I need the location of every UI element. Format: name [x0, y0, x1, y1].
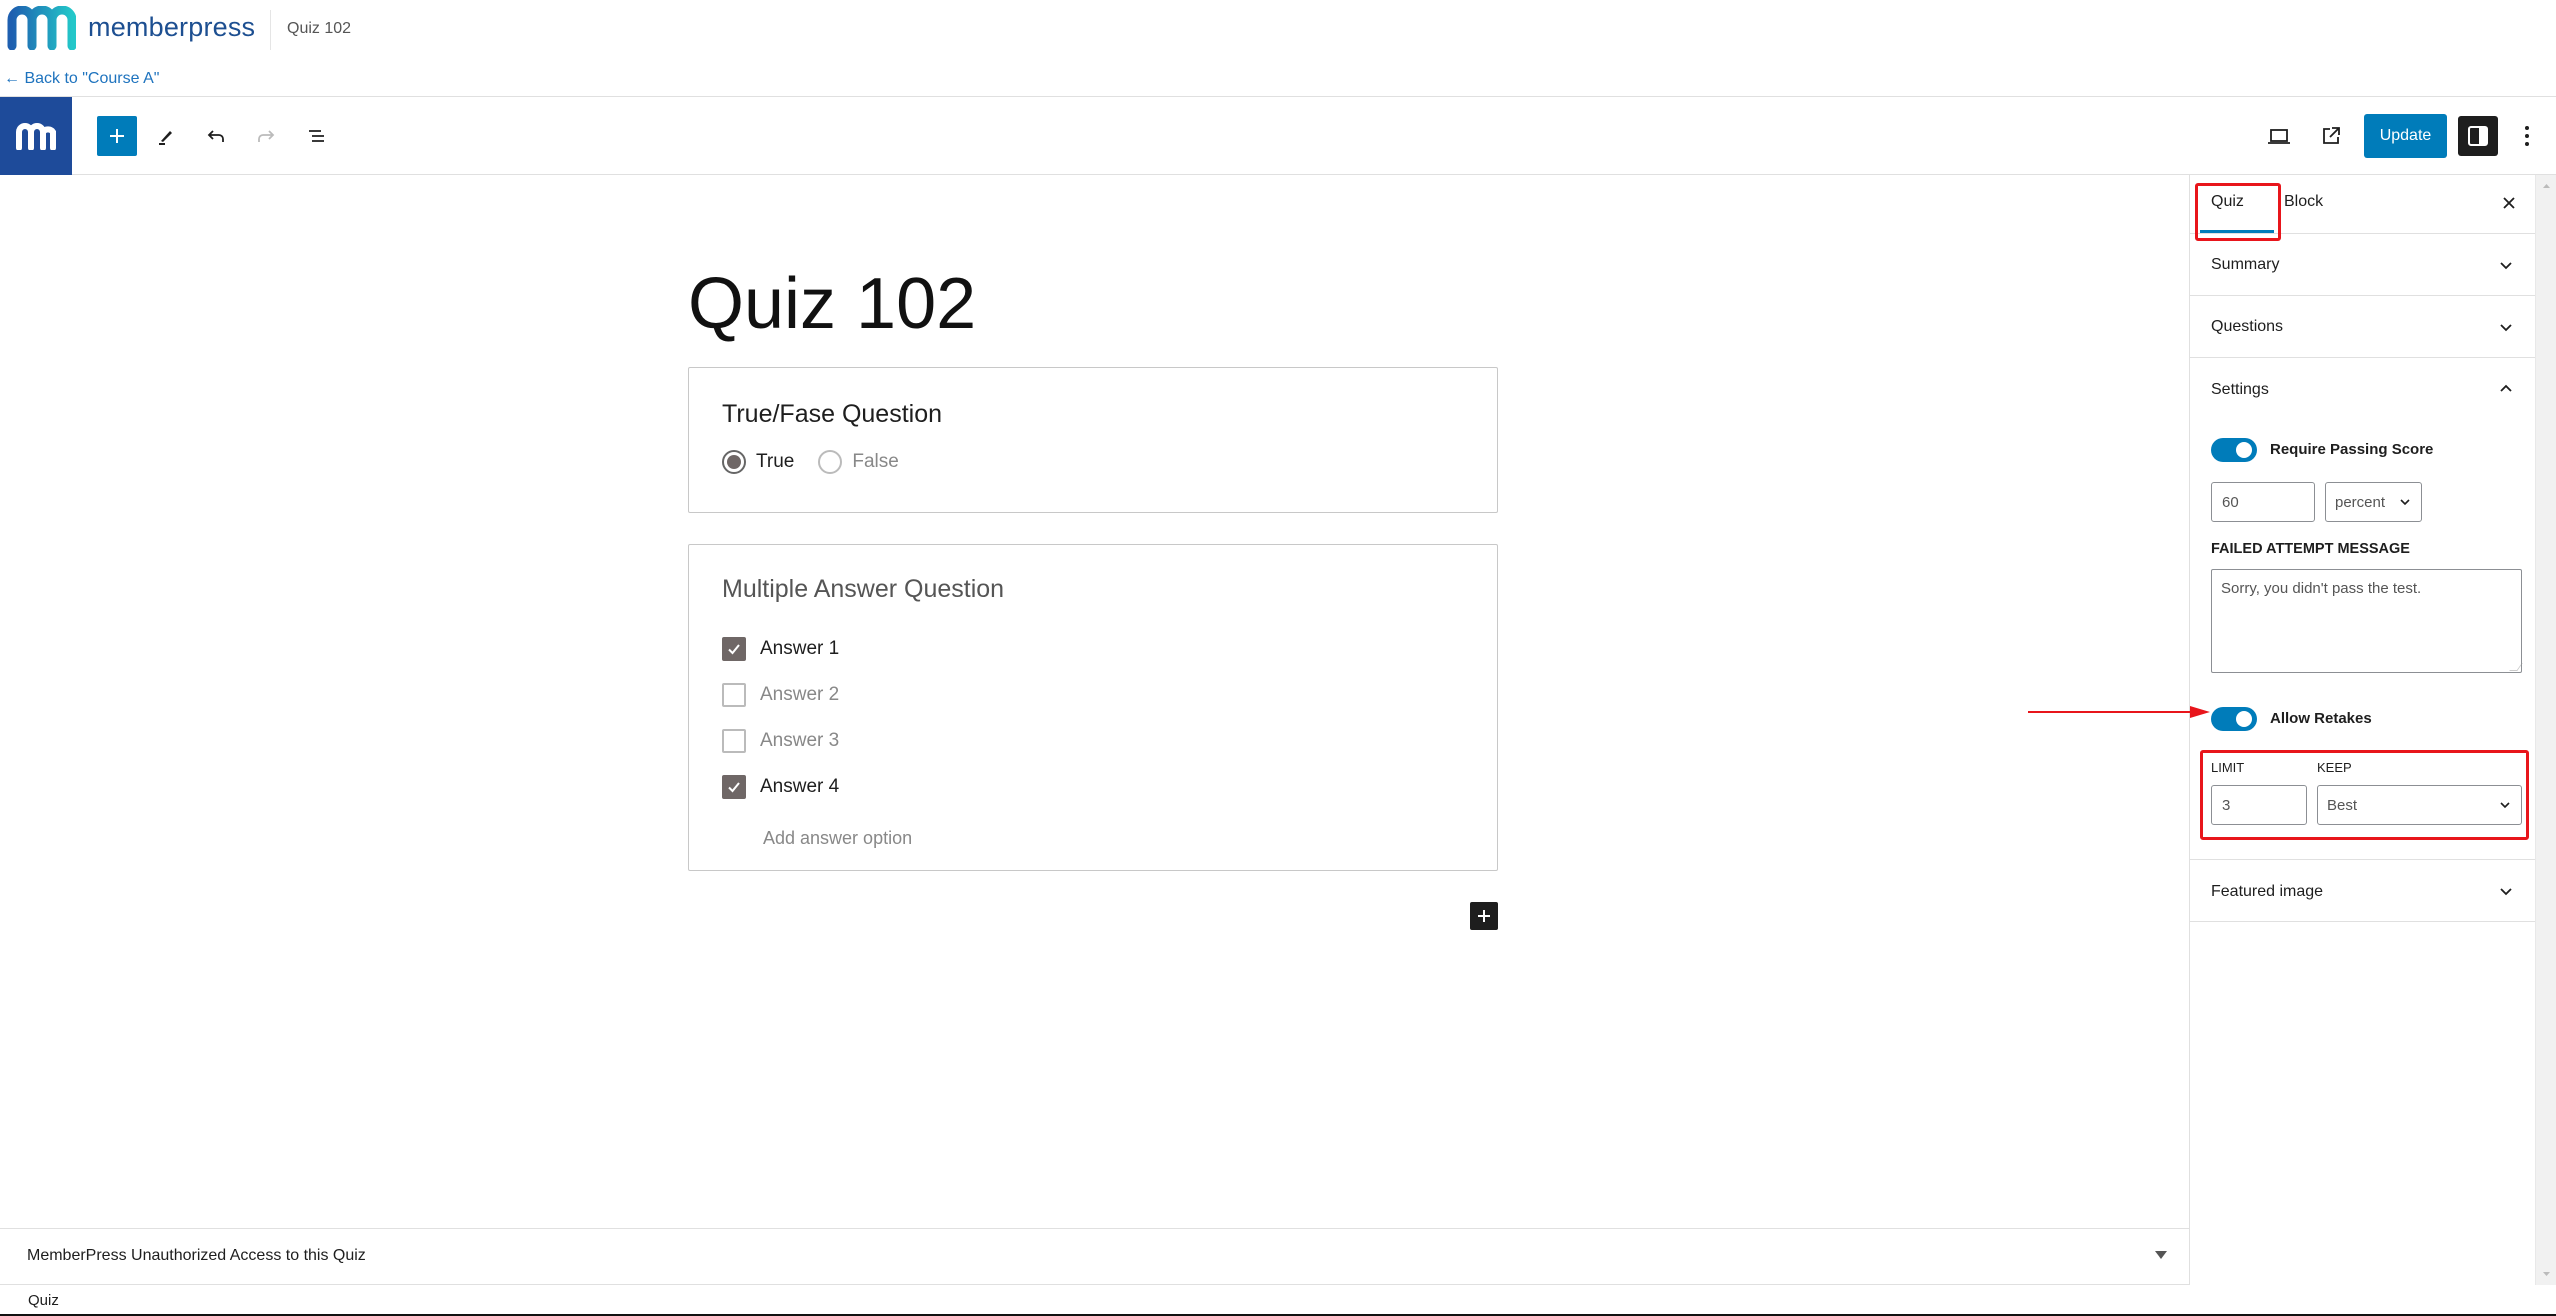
selected-value: percent — [2335, 493, 2386, 511]
annotation-arrow-icon — [2028, 706, 2210, 718]
update-button[interactable]: Update — [2364, 114, 2447, 158]
redo-button[interactable] — [246, 116, 286, 156]
panel-questions[interactable]: Questions — [2190, 296, 2536, 358]
allow-retakes-label: Allow Retakes — [2270, 710, 2372, 727]
add-answer-option[interactable]: Add answer option — [763, 828, 912, 849]
panel-title: Questions — [2211, 318, 2284, 335]
preview-button[interactable] — [2259, 116, 2299, 156]
site-logo-button[interactable] — [0, 97, 72, 175]
chevron-down-icon — [2500, 324, 2512, 332]
redo-icon — [258, 130, 275, 142]
sidebar-toggle-icon — [2468, 126, 2488, 146]
post-title[interactable]: Quiz 102 — [688, 263, 976, 345]
option-true-label: True — [756, 451, 795, 472]
header-page-title: Quiz 102 — [287, 20, 352, 37]
answer-checkbox[interactable] — [722, 637, 746, 661]
allow-retakes-toggle[interactable] — [2211, 707, 2257, 731]
retake-limit-input[interactable] — [2211, 785, 2307, 825]
block-inserter-button[interactable] — [97, 116, 137, 156]
answer-option: Answer 4 — [722, 775, 839, 799]
answer-label[interactable]: Answer 4 — [760, 776, 839, 798]
panel-title[interactable]: Settings — [2211, 381, 2269, 399]
radio-true[interactable] — [722, 450, 746, 474]
question-title[interactable]: Multiple Answer Question — [722, 575, 1004, 604]
chevron-down-icon — [2400, 499, 2410, 506]
require-passing-score-label: Require Passing Score — [2270, 441, 2434, 458]
answer-checkbox[interactable] — [722, 683, 746, 707]
answer-option: Answer 2 — [722, 683, 839, 707]
close-sidebar-button[interactable] — [2496, 190, 2522, 216]
plus-icon — [1478, 910, 1490, 922]
settings-sidebar: Quiz Block Summary Questions Settings Re… — [2189, 175, 2536, 1285]
chevron-up-icon[interactable] — [2497, 380, 2515, 398]
multiple-answer-question-block[interactable]: Multiple Answer Question Answer 1 Answer… — [688, 544, 1498, 871]
keep-attempt-select[interactable]: Best — [2317, 785, 2522, 825]
passing-score-unit-select[interactable]: percent — [2325, 482, 2422, 522]
tools-button[interactable] — [146, 116, 186, 156]
chevron-down-icon — [2500, 888, 2512, 896]
sidebar-scrollbar[interactable] — [2535, 175, 2556, 1285]
scroll-up-arrow-icon[interactable] — [2536, 179, 2556, 193]
list-view-button[interactable] — [297, 116, 337, 156]
limit-label: LIMIT — [2211, 760, 2245, 775]
panel-settings: Settings Require Passing Score percent F… — [2190, 358, 2536, 860]
panel-title: Summary — [2211, 256, 2280, 273]
check-icon — [728, 644, 740, 655]
answer-label[interactable]: Answer 2 — [760, 684, 839, 706]
caret-down-icon[interactable] — [2155, 1251, 2167, 1259]
header-divider — [270, 10, 271, 50]
editor-toolbar: Update — [0, 97, 2556, 175]
block-breadcrumb[interactable]: Quiz — [28, 1292, 59, 1309]
scroll-down-arrow-icon[interactable] — [2536, 1267, 2556, 1281]
check-icon — [728, 782, 740, 793]
editor-canvas: Quiz 102 True/Fase Question True False M… — [0, 175, 2189, 1228]
sidebar-tabs: Quiz Block — [2190, 175, 2536, 241]
selected-value: Best — [2327, 796, 2358, 814]
metabox-title: MemberPress Unauthorized Access to this … — [27, 1247, 366, 1264]
preview-device-icon — [2268, 129, 2290, 144]
unauthorized-access-metabox[interactable]: MemberPress Unauthorized Access to this … — [0, 1228, 2189, 1285]
pencil-icon — [159, 131, 172, 145]
answer-label[interactable]: Answer 3 — [760, 730, 839, 752]
editor-footer: Quiz — [0, 1285, 2556, 1316]
radio-false[interactable] — [818, 450, 843, 474]
chevron-down-icon — [2500, 802, 2510, 809]
answer-option: Answer 1 — [722, 637, 839, 661]
external-link-icon — [2323, 127, 2340, 144]
option-false-label: False — [852, 451, 899, 472]
add-block-button[interactable] — [1470, 902, 1498, 930]
back-to-course-link[interactable]: ← Back to "Course A" — [4, 70, 159, 88]
view-post-button[interactable] — [2311, 116, 2351, 156]
true-false-options: True False — [722, 450, 899, 474]
chevron-down-icon — [2500, 262, 2512, 270]
failed-attempt-message-label: FAILED ATTEMPT MESSAGE — [2211, 541, 2410, 557]
passing-score-input[interactable] — [2211, 482, 2315, 522]
plus-icon — [110, 129, 124, 143]
list-view-icon — [309, 130, 324, 142]
failed-attempt-message-textarea[interactable]: Sorry, you didn't pass the test. — [2211, 569, 2522, 673]
true-false-question-block[interactable]: True/Fase Question True False — [688, 367, 1498, 513]
undo-icon — [207, 130, 224, 142]
require-passing-score-toggle[interactable] — [2211, 438, 2257, 462]
annotation-highlight-box — [2195, 183, 2281, 241]
brand-name: memberpress — [88, 12, 256, 42]
memberpress-m-icon — [16, 123, 56, 150]
more-vertical-icon — [2525, 126, 2529, 146]
panel-title: Featured image — [2211, 883, 2324, 900]
answer-label[interactable]: Answer 1 — [760, 638, 839, 660]
keep-label: KEEP — [2317, 760, 2352, 775]
settings-sidebar-toggle-button[interactable] — [2458, 116, 2498, 156]
question-title[interactable]: True/Fase Question — [722, 400, 942, 429]
close-icon — [2503, 197, 2515, 209]
memberpress-logo-icon — [7, 6, 76, 50]
answer-option: Answer 3 — [722, 729, 839, 753]
more-options-button[interactable] — [2507, 116, 2547, 156]
panel-featured-image[interactable]: Featured image — [2190, 860, 2536, 922]
undo-button[interactable] — [196, 116, 236, 156]
panel-summary[interactable]: Summary — [2190, 234, 2536, 296]
answer-checkbox[interactable] — [722, 729, 746, 753]
top-header: memberpress Quiz 102 ← Back to "Course A… — [0, 0, 2556, 97]
tab-block[interactable]: Block — [2284, 193, 2323, 211]
answer-checkbox[interactable] — [722, 775, 746, 799]
